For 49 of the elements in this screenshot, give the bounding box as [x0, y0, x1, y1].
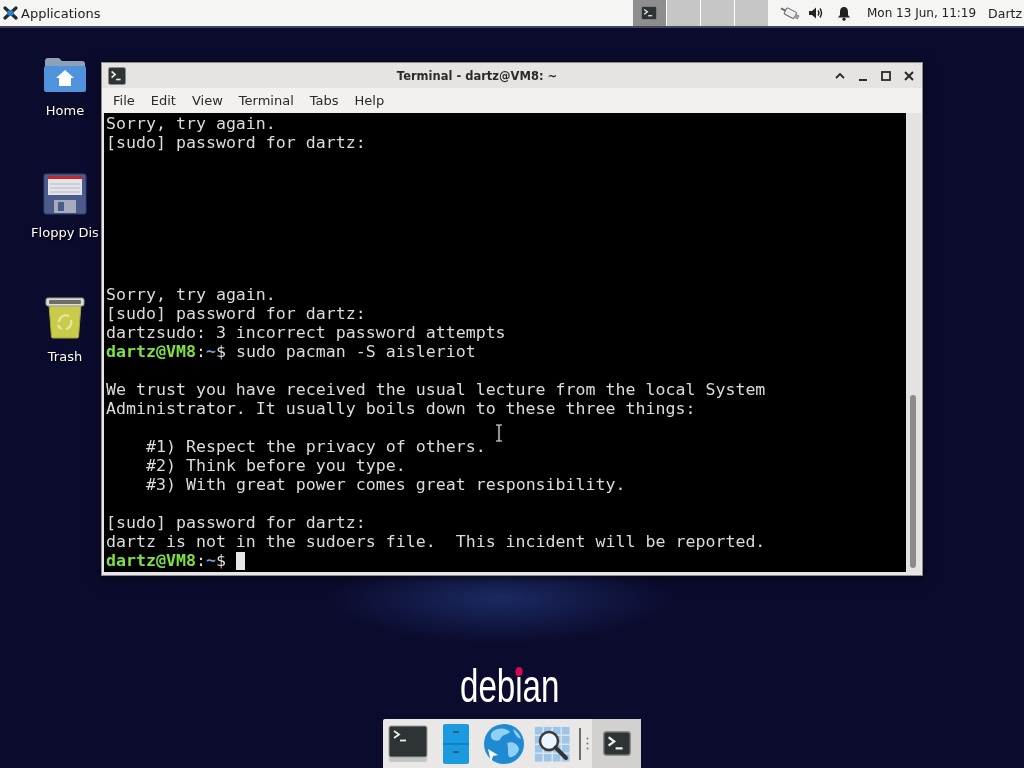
scrollbar-thumb[interactable]	[910, 395, 916, 568]
globe-icon[interactable]	[483, 722, 525, 765]
terminal-icon[interactable]	[108, 66, 126, 85]
menu-item[interactable]: View	[183, 89, 231, 112]
drag-handle-icon[interactable]	[586, 737, 589, 750]
terminal-line: dartz is not in the sudoers file. This incident will be reported.	[106, 532, 766, 551]
terminal-line: [sudo] password for dartz:	[106, 513, 366, 532]
i-beam-pointer-icon	[495, 424, 503, 442]
menu-item[interactable]: File	[105, 89, 143, 112]
prompt-line: dartz@VM8:~$ sudo pacman -S aisleriot	[106, 342, 476, 361]
terminal-line: We trust you have received the usual lecture from the local System	[106, 380, 766, 399]
window-title: Terminal - dartz@VM8: ~	[396, 68, 558, 83]
volume-icon[interactable]	[807, 6, 824, 20]
menu-item[interactable]: Edit	[142, 89, 184, 112]
home-folder-icon[interactable]	[43, 55, 87, 93]
desktop-shortcut[interactable]: Floppy Dis	[29, 170, 101, 242]
chevron-up-icon[interactable]	[834, 70, 845, 81]
terminal-line: #1) Respect the privacy of others.	[146, 437, 486, 456]
terminal-line: Sorry, try again.	[106, 114, 276, 133]
terminal-icon[interactable]	[388, 724, 428, 763]
window-button[interactable]	[592, 719, 641, 768]
menu-item[interactable]: Tabs	[301, 89, 347, 112]
terminal-line: [sudo] password for dartz:	[106, 304, 366, 323]
desktop-shortcut[interactable]: Home	[29, 52, 101, 120]
scrollbar[interactable]	[906, 113, 920, 572]
terminal-line: #2) Think before you type.	[146, 456, 406, 475]
clock[interactable]: Mon 13 Jun, 11:19	[866, 6, 977, 20]
terminal-line: Sorry, try again.	[106, 285, 276, 304]
terminal-line: dartzsudo: 3 incorrect password attempts	[106, 323, 506, 342]
maximize-icon[interactable]	[880, 70, 891, 81]
menu-item[interactable]: Terminal	[230, 89, 302, 112]
user-menu[interactable]: Dartz	[988, 5, 1022, 21]
trash-bin-icon[interactable]	[43, 295, 87, 339]
terminal-icon	[602, 731, 631, 756]
file-cabinet-icon[interactable]	[442, 722, 470, 765]
terminal-line: #3) With great power comes great responsibility.	[146, 475, 626, 494]
logo-wordmark: debian	[460, 663, 560, 709]
magnifier-icon[interactable]	[534, 725, 570, 762]
menu-logo-icon	[3, 6, 18, 20]
bell-icon[interactable]	[836, 5, 851, 21]
desktop-shortcut[interactable]: Trash	[29, 292, 101, 366]
close-icon[interactable]	[903, 70, 914, 81]
workspace-button[interactable]	[632, 0, 666, 26]
prompt-line: dartz@VM8:~$	[106, 551, 227, 570]
terminal-line: [sudo] password for dartz:	[106, 133, 366, 152]
terminal-line: Administrator. It usually boils down to these three things:	[106, 399, 696, 418]
menu-item[interactable]: Help	[346, 89, 393, 112]
applications-menu[interactable]: Applications	[0, 0, 105, 26]
network-cable-icon[interactable]	[779, 4, 802, 22]
